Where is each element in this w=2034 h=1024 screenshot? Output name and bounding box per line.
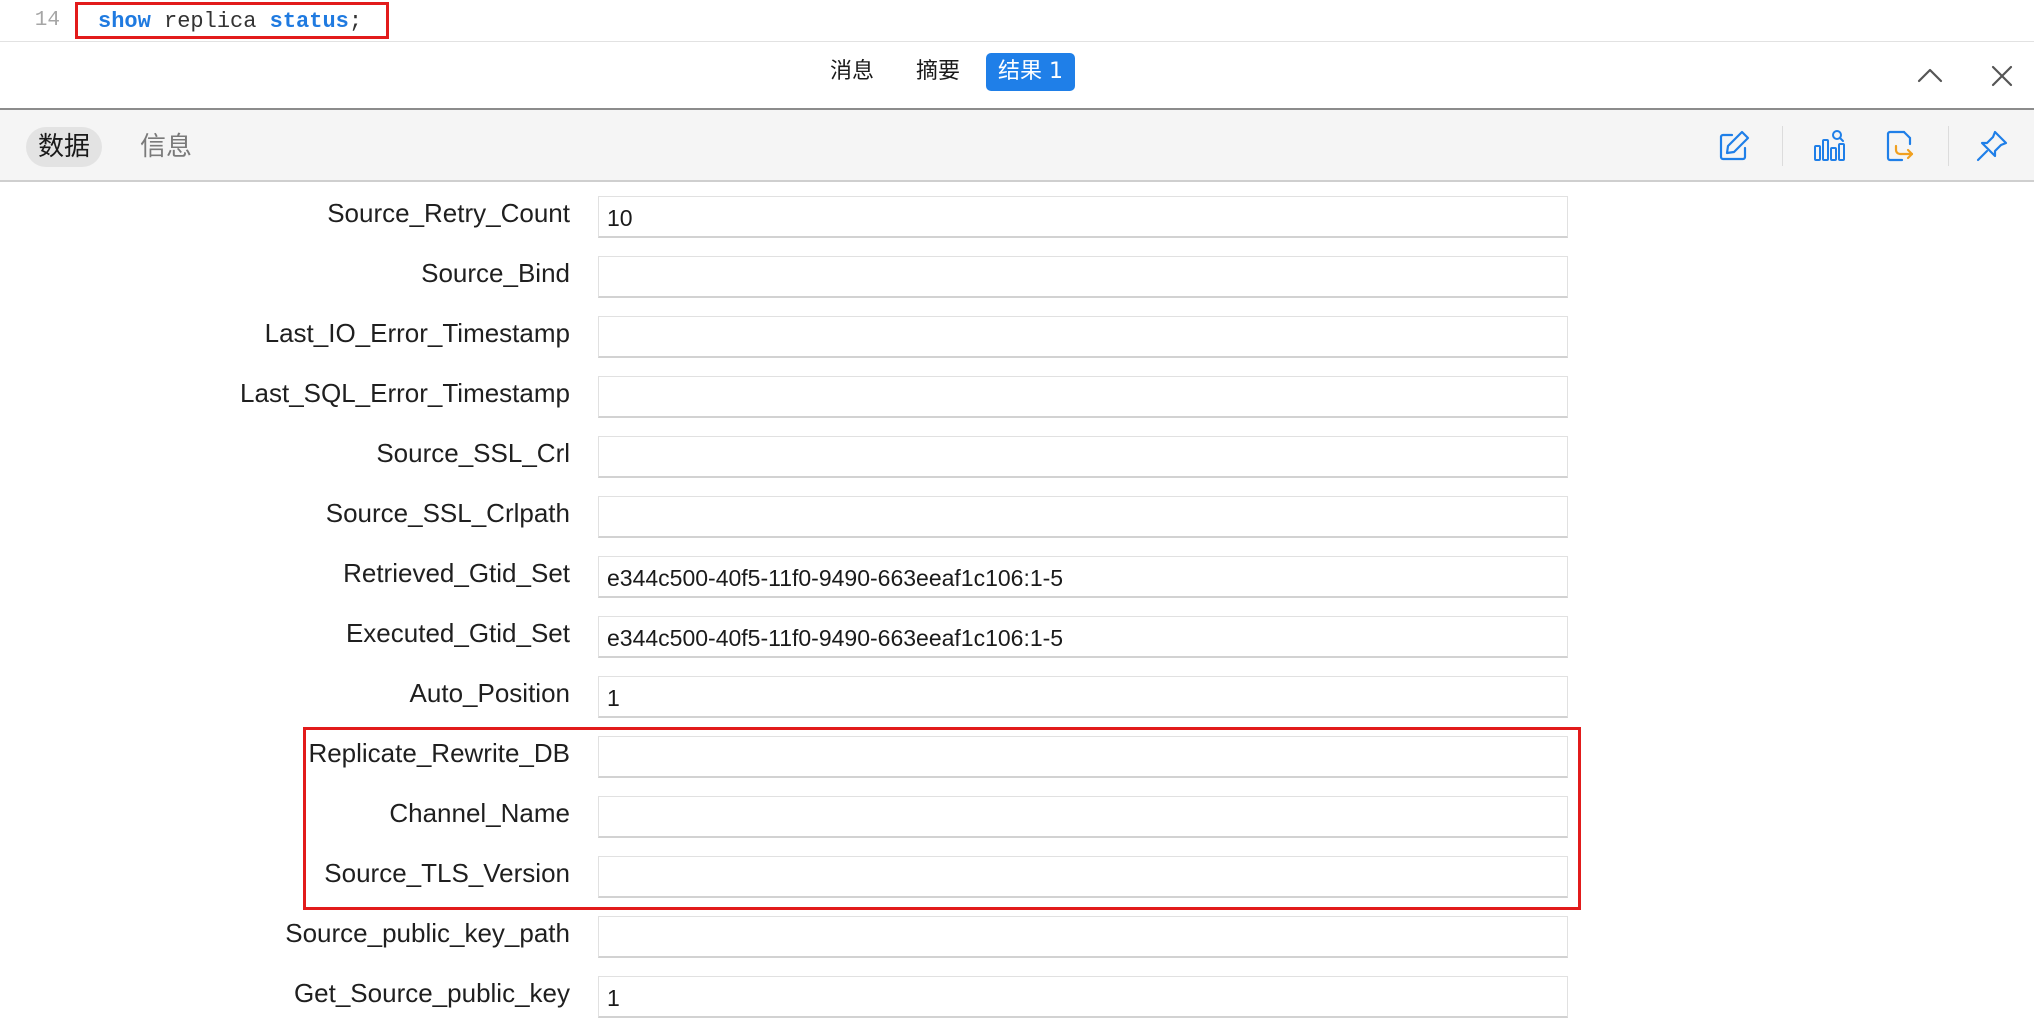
field-row: Retrieved_Gtid_Set e344c500-40f5-11f0-94… (0, 540, 2034, 600)
field-row: Source_SSL_Crl (0, 420, 2034, 480)
tab-result-1[interactable]: 结果 1 (986, 53, 1075, 91)
field-row: Source_SSL_Crlpath (0, 480, 2034, 540)
field-row: Source_Bind (0, 240, 2034, 300)
field-label: Source_SSL_Crlpath (325, 498, 570, 528)
field-row: Get_Source_public_key 1 (0, 960, 2034, 1020)
line-number: 14 (34, 9, 60, 32)
field-value-input[interactable] (598, 796, 1568, 838)
sql-statement[interactable]: show replica status; (98, 9, 362, 34)
field-value-input[interactable]: 10 (598, 196, 1568, 238)
field-value-input[interactable] (598, 316, 1568, 358)
field-label: Source_Bind (421, 258, 570, 288)
field-row: Executed_Gtid_Set e344c500-40f5-11f0-949… (0, 600, 2034, 660)
toolbar-divider (1948, 126, 1949, 166)
field-value-input[interactable] (598, 736, 1568, 778)
field-value-input[interactable]: 1 (598, 976, 1568, 1018)
toolbar-divider (1782, 126, 1783, 166)
edit-icon[interactable] (1716, 128, 1752, 164)
tab-summary[interactable]: 摘要 (904, 53, 972, 91)
field-value-input[interactable] (598, 256, 1568, 298)
chevron-up-icon[interactable] (1916, 62, 1944, 90)
tab-messages[interactable]: 消息 (818, 53, 886, 91)
field-row: Replicate_Rewrite_DB (0, 720, 2034, 780)
field-label: Last_SQL_Error_Timestamp (240, 378, 570, 408)
keyword-show: show (98, 9, 151, 34)
field-label: Source_Retry_Count (327, 198, 570, 228)
identifier-replica: replica (164, 9, 257, 34)
field-label: Channel_Name (389, 798, 570, 828)
field-row: Channel_Name (0, 780, 2034, 840)
result-toolbar: 数据 信息 (0, 110, 2034, 182)
field-label: Retrieved_Gtid_Set (343, 558, 570, 588)
close-icon[interactable] (1988, 62, 2016, 90)
tab-data[interactable]: 数据 (26, 127, 103, 167)
export-icon[interactable] (1882, 128, 1918, 164)
field-row: Auto_Position 1 (0, 660, 2034, 720)
field-value-input[interactable]: 1 (598, 676, 1568, 718)
field-label: Source_SSL_Crl (376, 438, 570, 468)
pin-icon[interactable] (1974, 128, 2010, 164)
field-value-input[interactable]: e344c500-40f5-11f0-9490-663eeaf1c106:1-5 (598, 616, 1568, 658)
field-row: Last_IO_Error_Timestamp (0, 300, 2034, 360)
result-tab-bar: 消息 摘要 结果 1 (0, 42, 2034, 110)
field-label: Source_public_key_path (285, 918, 570, 948)
tab-info[interactable]: 信息 (128, 127, 204, 167)
sql-editor[interactable]: 14 show replica status; (0, 0, 2034, 42)
record-form: Source_Retry_Count 10 Source_Bind Last_I… (0, 180, 2034, 1024)
field-row: Source_public_key_path (0, 900, 2034, 960)
field-value-input[interactable] (598, 436, 1568, 478)
field-row: Last_SQL_Error_Timestamp (0, 360, 2034, 420)
field-value-input[interactable] (598, 496, 1568, 538)
field-value-input[interactable] (598, 916, 1568, 958)
field-value-input[interactable]: e344c500-40f5-11f0-9490-663eeaf1c106:1-5 (598, 556, 1568, 598)
statement-terminator: ; (348, 9, 363, 34)
field-row: Source_Retry_Count 10 (0, 180, 2034, 240)
field-row: Source_TLS_Version (0, 840, 2034, 900)
chart-search-icon[interactable] (1812, 128, 1848, 164)
field-value-input[interactable] (598, 856, 1568, 898)
field-label: Source_TLS_Version (324, 858, 570, 888)
field-label: Get_Source_public_key (293, 978, 570, 1008)
field-label: Replicate_Rewrite_DB (308, 738, 570, 768)
field-label: Auto_Position (409, 678, 570, 708)
field-label: Executed_Gtid_Set (345, 618, 570, 648)
keyword-status: status (269, 9, 349, 34)
field-label: Last_IO_Error_Timestamp (264, 318, 570, 348)
field-value-input[interactable] (598, 376, 1568, 418)
